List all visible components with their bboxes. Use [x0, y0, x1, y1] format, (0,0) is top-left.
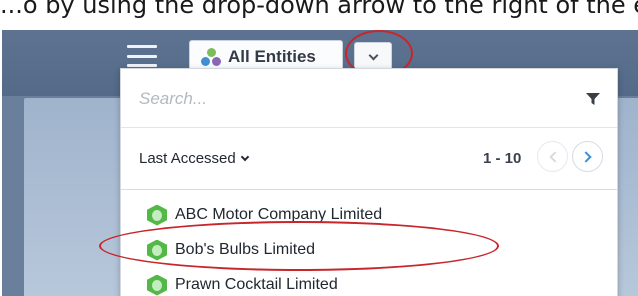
chevron-down-icon: [240, 152, 249, 161]
entity-dropdown-panel: Last Accessed 1 - 10 ABC Motor Company L…: [120, 68, 618, 296]
sort-label: Last Accessed: [139, 150, 236, 167]
entity-switcher-label: All Entities: [228, 46, 316, 66]
chevron-down-icon: [368, 50, 378, 61]
search-input[interactable]: [139, 86, 559, 112]
sort-pagination-row: Last Accessed 1 - 10: [121, 129, 617, 190]
prev-page-button[interactable]: [537, 141, 568, 172]
hexagon-entity-icon: [147, 205, 167, 226]
sort-dropdown[interactable]: Last Accessed: [139, 150, 249, 167]
hexagon-entity-icon: [147, 275, 167, 296]
results-range: 1 - 10: [483, 150, 522, 167]
entity-cluster-icon: [200, 47, 222, 67]
app-screenshot: All Entities Last Accessed 1 - 10: [2, 30, 638, 296]
chevron-right-icon: [579, 150, 592, 163]
entity-name: Prawn Cocktail Limited: [175, 276, 338, 293]
top-caption-text: ...o by using the drop-down arrow to the…: [0, 0, 638, 30]
hexagon-entity-icon: [147, 240, 167, 261]
entity-name: ABC Motor Company Limited: [175, 206, 383, 223]
search-row: [121, 69, 617, 128]
hamburger-icon[interactable]: [127, 45, 157, 67]
caption-text: ...o by using the drop-down arrow to the…: [0, 0, 638, 19]
next-page-button[interactable]: [572, 141, 603, 172]
list-item[interactable]: Bob's Bulbs Limited: [147, 235, 315, 265]
entity-name: Bob's Bulbs Limited: [175, 241, 316, 258]
filter-icon[interactable]: [586, 92, 600, 106]
list-item[interactable]: Prawn Cocktail Limited: [147, 270, 338, 296]
list-item[interactable]: ABC Motor Company Limited: [147, 200, 382, 230]
chevron-left-icon: [548, 150, 561, 163]
